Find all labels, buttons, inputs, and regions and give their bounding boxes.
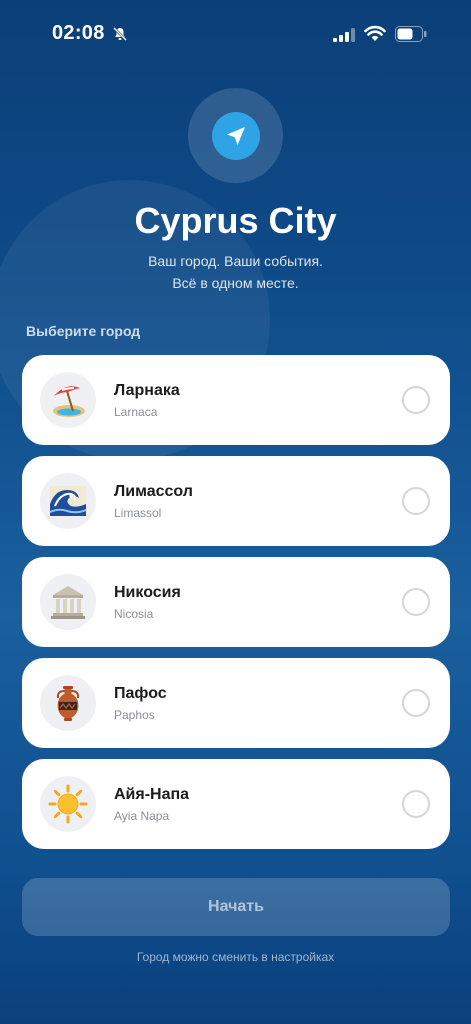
- wave-icon: [49, 486, 87, 516]
- city-radio-button[interactable]: [402, 790, 430, 818]
- city-name: Никосия: [114, 583, 181, 601]
- city-text: Лимассол Limassol: [114, 483, 193, 520]
- city-latin-name: Paphos: [114, 707, 155, 722]
- city-name: Лимассол: [114, 482, 193, 500]
- city-name: Пафос: [114, 684, 167, 702]
- classical-building-icon: [51, 586, 85, 619]
- city-latin-name: Larnaca: [114, 404, 158, 419]
- city-icon-wrapper: [40, 473, 96, 529]
- app-title: Cyprus City: [134, 200, 337, 241]
- app-logo: [188, 88, 283, 183]
- city-text: Пафос Paphos: [114, 685, 167, 722]
- city-text: Ларнака Larnaca: [114, 382, 180, 419]
- sun-icon: [48, 784, 88, 824]
- subtitle-line-1: Ваш город. Ваши события.: [148, 253, 323, 269]
- city-icon-wrapper: [40, 372, 96, 428]
- app-subtitle: Ваш город. Ваши события. Всё в одном мес…: [0, 250, 471, 294]
- city-name: Айя-Напа: [114, 785, 190, 803]
- city-option-larnaca[interactable]: Ларнака Larnaca: [22, 355, 450, 445]
- start-button[interactable]: Начать: [22, 878, 450, 936]
- location-arrow-icon: [226, 126, 245, 145]
- city-radio-button[interactable]: [402, 386, 430, 414]
- status-bar: 02:08: [0, 0, 471, 70]
- city-text: Никосия Nicosia: [114, 584, 181, 621]
- city-option-paphos[interactable]: Пафос Paphos: [22, 658, 450, 748]
- beach-umbrella-icon: [53, 386, 85, 417]
- city-icon-wrapper: [40, 574, 96, 630]
- amphora-icon: [56, 686, 80, 721]
- settings-hint: Город можно сменить в настройках: [136, 950, 335, 964]
- city-latin-name: Limassol: [114, 505, 162, 520]
- battery-icon: [395, 26, 427, 42]
- city-name: Ларнака: [114, 381, 180, 399]
- subtitle-line-2: Всё в одном месте.: [172, 275, 299, 291]
- status-time: 02:08: [52, 22, 105, 44]
- city-radio-button[interactable]: [402, 588, 430, 616]
- city-list: Ларнака Larnaca Лимассол Limassol Никоси…: [22, 355, 450, 860]
- city-latin-name: Nicosia: [114, 606, 154, 621]
- city-text: Айя-Напа Ayia Napa: [114, 786, 189, 823]
- city-section-label: Выберите город: [26, 323, 141, 339]
- city-radio-button[interactable]: [402, 689, 430, 717]
- city-option-limassol[interactable]: Лимассол Limassol: [22, 456, 450, 546]
- city-latin-name: Ayia Napa: [114, 808, 170, 823]
- city-icon-wrapper: [40, 776, 96, 832]
- city-option-nicosia[interactable]: Никосия Nicosia: [22, 557, 450, 647]
- bell-slash-icon: [113, 27, 127, 41]
- wifi-icon: [364, 25, 386, 41]
- cellular-signal-icon: [333, 28, 355, 42]
- city-radio-button[interactable]: [402, 487, 430, 515]
- city-icon-wrapper: [40, 675, 96, 731]
- city-option-ayia-napa[interactable]: Айя-Напа Ayia Napa: [22, 759, 450, 849]
